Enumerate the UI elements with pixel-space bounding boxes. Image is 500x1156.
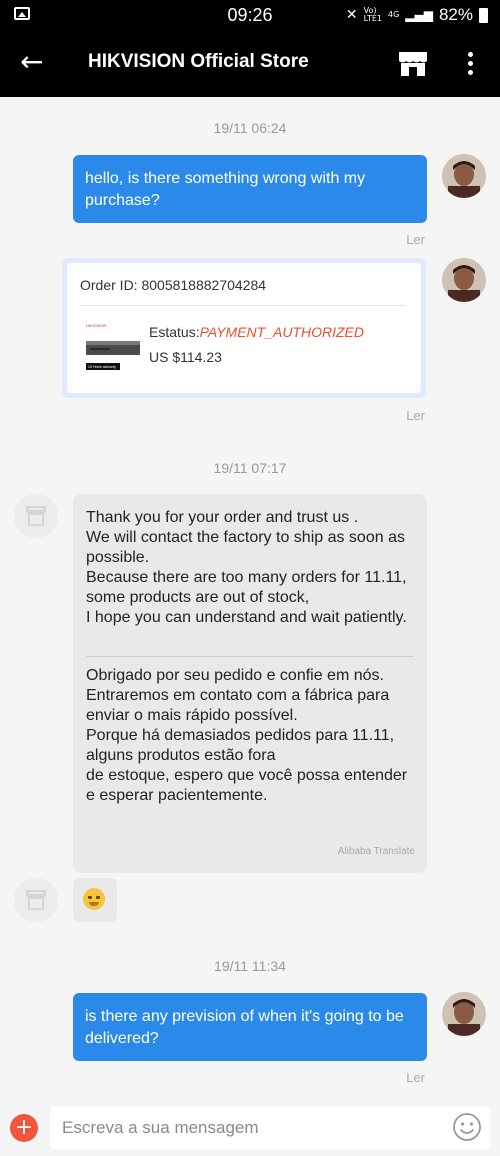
user-avatar[interactable]: [442, 154, 486, 198]
order-id: Order ID: 8005818882704284: [80, 277, 267, 293]
message-text-en: Thank you for your order and trust us . …: [86, 509, 407, 626]
outgoing-message[interactable]: is there any prevision of when it's goin…: [73, 993, 427, 1061]
signal-icon: ▂▄▆: [405, 8, 433, 22]
read-receipt: Ler: [406, 232, 425, 247]
message-text: hello, is there something wrong with my …: [85, 170, 366, 209]
translate-attribution: Alibaba Translate: [337, 846, 415, 857]
back-arrow-icon[interactable]: ←: [20, 48, 50, 78]
store-icon[interactable]: [398, 51, 428, 77]
timestamp: 19/11 11:34: [214, 958, 286, 974]
battery-text: 82%: [438, 5, 473, 24]
timestamp: 19/11 07:17: [213, 460, 287, 476]
order-status: Estatus:PAYMENT_AUTHORIZED: [149, 324, 364, 340]
thumb-brand: HIKVISION: [86, 323, 106, 328]
app-header: ← HIKVISION Official Store: [0, 30, 500, 97]
message-field-container: [50, 1106, 490, 1149]
message-input-bar: +: [0, 1099, 500, 1156]
grinning-face-emoji-icon: [83, 888, 105, 910]
order-card[interactable]: Order ID: 8005818882704284 HIKVISION 10 …: [62, 258, 426, 398]
user-avatar[interactable]: [442, 258, 486, 302]
emoji-message[interactable]: [73, 878, 117, 922]
translation-divider: [86, 656, 414, 657]
message-text-pt: Obrigado por seu pedido e confie em nós.…: [86, 667, 408, 804]
add-attachment-button[interactable]: +: [10, 1114, 38, 1142]
status-bar: 09:26 ✕ Vo) LTE1 4G ▂▄▆ 82%: [0, 0, 500, 30]
incoming-message[interactable]: Thank you for your order and trust us . …: [73, 494, 427, 873]
order-price: US $114.23: [149, 349, 222, 365]
more-options-icon[interactable]: [462, 49, 478, 77]
read-receipt: Ler: [406, 1070, 425, 1085]
product-thumbnail[interactable]: HIKVISION 10 Years warranty: [84, 319, 144, 374]
divider: [80, 305, 406, 306]
thumb-tag: 10 Years warranty: [88, 365, 116, 369]
user-avatar[interactable]: [442, 992, 486, 1036]
read-receipt: Ler: [406, 408, 425, 423]
page-title: HIKVISION Official Store: [88, 51, 309, 72]
store-avatar[interactable]: [14, 494, 58, 538]
emoji-picker-icon[interactable]: [452, 1112, 482, 1142]
order-card-inner: Order ID: 8005818882704284 HIKVISION 10 …: [67, 263, 421, 393]
mute-icon: ✕: [345, 7, 358, 23]
status-icons: ✕ Vo) LTE1 4G ▂▄▆ 82%: [346, 5, 488, 25]
status-value: PAYMENT_AUTHORIZED: [199, 324, 364, 340]
store-avatar[interactable]: [14, 878, 58, 922]
battery-icon: [479, 7, 488, 23]
volte-indicator: Vo) LTE1: [363, 6, 382, 23]
network-type: 4G: [387, 10, 400, 19]
message-input[interactable]: [62, 1106, 442, 1149]
message-text: is there any prevision of when it's goin…: [85, 1008, 404, 1047]
timestamp: 19/11 06:24: [213, 120, 287, 136]
outgoing-message[interactable]: hello, is there something wrong with my …: [73, 155, 427, 223]
